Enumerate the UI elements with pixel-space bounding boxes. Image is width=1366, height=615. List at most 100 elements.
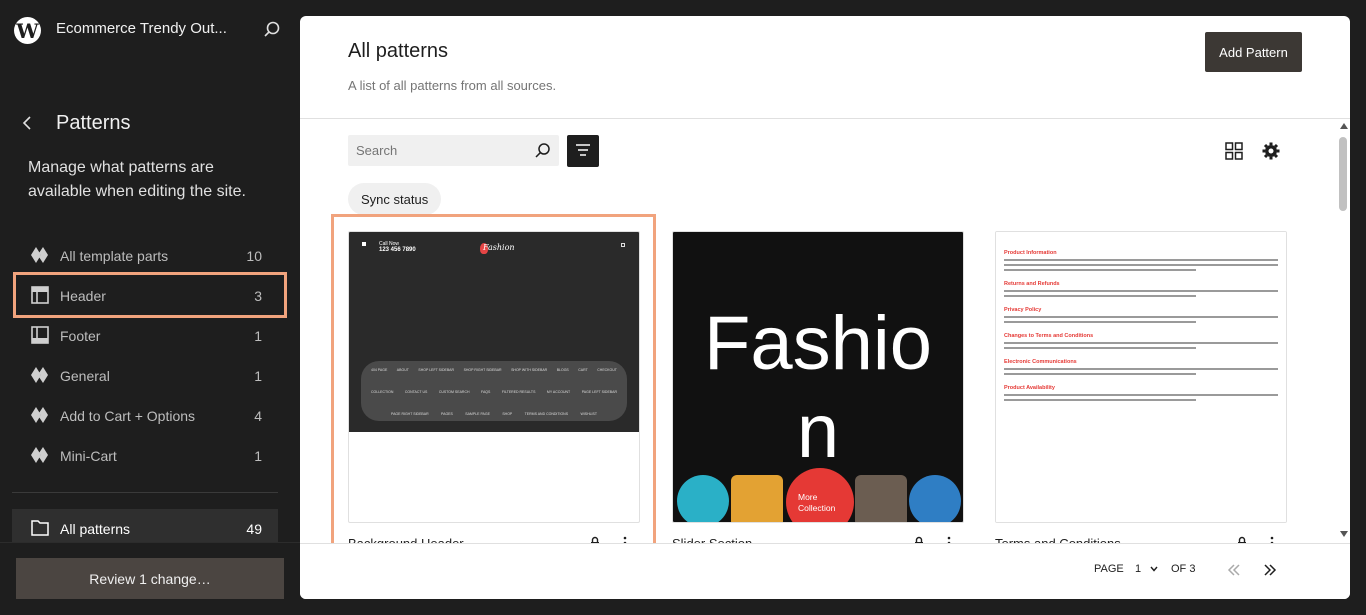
sidebar-item-label: Header <box>60 288 106 304</box>
terms-section-heading: Electronic Communications <box>1004 359 1077 365</box>
pattern-card-slider-section[interactable]: Fashio n More Collection Slider Section <box>672 231 964 551</box>
chevron-down-icon[interactable] <box>1149 564 1159 574</box>
sidebar-item-count: 3 <box>254 288 262 304</box>
menu-item: CART <box>578 368 588 372</box>
text-line <box>1004 321 1196 323</box>
menu-item: SHOP LEFT SIDEBAR <box>418 368 455 372</box>
sidebar-item-count: 4 <box>254 408 262 424</box>
menu-row: PAGE RIGHT SIDEBAR PAGES SAMPLE PAGE SHO… <box>391 412 597 416</box>
pattern-preview[interactable]: Call Now 123 456 7890 Fashion 404 PAGE A… <box>348 231 640 523</box>
pagination: PAGE 1 OF 3 <box>300 543 1350 599</box>
menu-item: CONTACT US <box>404 390 428 394</box>
header-menu: 404 PAGE ABOUT SHOP LEFT SIDEBAR SHOP RI… <box>361 361 627 421</box>
header-preview: Call Now 123 456 7890 Fashion 404 PAGE A… <box>349 232 639 432</box>
menu-row: 404 PAGE ABOUT SHOP LEFT SIDEBAR SHOP RI… <box>371 368 617 372</box>
sidebar-item-count: 10 <box>246 248 262 264</box>
filter-button[interactable] <box>567 135 599 167</box>
site-title[interactable]: Ecommerce Trendy Out... <box>56 20 227 37</box>
scroll-up-icon[interactable] <box>1339 121 1349 131</box>
menu-item: FILTERED RESULTS <box>501 390 536 394</box>
sidebar-item-label: All template parts <box>60 248 169 264</box>
panel-title: Patterns <box>56 112 131 134</box>
menu-item: CHECKOUT <box>597 368 617 372</box>
chevron-left-icon[interactable] <box>18 113 38 133</box>
pattern-card-terms-and-conditions[interactable]: Product Information Returns and Refunds … <box>995 231 1287 551</box>
page-description: A list of all patterns from all sources. <box>348 78 557 93</box>
folder-icon <box>31 520 49 536</box>
slider-heading-line: Fashio <box>703 301 933 386</box>
next-page-icon[interactable] <box>1262 562 1278 578</box>
page-label: PAGE <box>1094 563 1124 575</box>
terms-section-heading: Returns and Refunds <box>1004 281 1060 287</box>
sidebar-item-label: Footer <box>60 328 101 344</box>
scrollbar-thumb[interactable] <box>1339 137 1347 211</box>
diamond-icon <box>31 247 48 263</box>
terms-section-heading: Product Information <box>1004 250 1057 256</box>
sidebar-item-add-to-cart-options[interactable]: Add to Cart + Options 4 <box>16 395 284 435</box>
diamond-icon <box>31 447 48 463</box>
text-line <box>1004 290 1278 292</box>
search-icon[interactable] <box>262 20 282 40</box>
sidebar-item-count: 1 <box>254 328 262 344</box>
pattern-card-background-header[interactable]: Call Now 123 456 7890 Fashion 404 PAGE A… <box>348 231 640 551</box>
slider-heading: Fashio n <box>673 300 963 476</box>
sidebar-item-label: All patterns <box>60 521 131 537</box>
sidebar-item-footer[interactable]: Footer 1 <box>16 315 284 355</box>
sidebar-item-header[interactable]: Header 3 <box>13 272 287 318</box>
menu-item: 404 PAGE <box>371 368 388 372</box>
text-line <box>1004 342 1278 344</box>
add-pattern-button[interactable]: Add Pattern <box>1205 32 1302 72</box>
menu-item: PAGE RIGHT SIDEBAR <box>391 412 429 416</box>
more-collection-button: More Collection <box>786 468 854 522</box>
brand-logo: Fashion <box>483 243 515 252</box>
menu-item: MY ACCOUNT <box>546 390 571 394</box>
phone-number: 123 456 7890 <box>379 247 416 253</box>
panel-description: Manage what patterns are available when … <box>28 159 246 200</box>
terms-section-heading: Privacy Policy <box>1004 307 1042 313</box>
menu-item: SHOP <box>502 412 513 416</box>
previous-page-icon[interactable] <box>1226 562 1242 578</box>
sync-status-filter[interactable]: Sync status <box>348 183 442 215</box>
cart-icon <box>621 243 625 247</box>
search-box <box>348 135 559 166</box>
header-layout-icon <box>31 286 49 304</box>
slider-preview: Fashio n More Collection <box>673 232 963 522</box>
model-image <box>731 475 783 522</box>
page-select[interactable]: 1 <box>1135 563 1141 575</box>
menu-item: TERMS AND CONDITIONS <box>524 412 569 416</box>
text-line <box>1004 259 1278 261</box>
diamond-icon <box>31 367 48 383</box>
menu-row: COLLECTION CONTACT US CUSTOM SEARCH FAQS… <box>371 390 617 394</box>
sidebar-item-general[interactable]: General 1 <box>16 355 284 395</box>
grid-view-icon[interactable] <box>1225 142 1243 160</box>
model-image <box>677 475 729 522</box>
text-line <box>1004 368 1278 370</box>
terms-section-heading: Product Availability <box>1004 385 1055 391</box>
menu-item: PAGE LEFT SIDEBAR <box>581 390 617 394</box>
menu-icon <box>362 242 366 246</box>
pattern-preview[interactable]: Product Information Returns and Refunds … <box>995 231 1287 523</box>
menu-item: COLLECTION <box>371 390 394 394</box>
menu-item: SAMPLE PAGE <box>465 412 490 416</box>
terms-section-heading: Changes to Terms and Conditions <box>1004 333 1094 339</box>
site-hub: W Ecommerce Trendy Out... <box>0 0 300 60</box>
page-total: OF 3 <box>1171 563 1196 575</box>
scroll-down-icon[interactable] <box>1339 529 1349 539</box>
review-changes-button[interactable]: Review 1 change… <box>16 558 284 599</box>
wordpress-logo-icon[interactable]: W <box>14 17 41 44</box>
pattern-preview[interactable]: Fashio n More Collection <box>672 231 964 523</box>
sidebar-item-all-template-parts[interactable]: All template parts 10 <box>16 235 284 275</box>
page-title: All patterns <box>348 40 449 62</box>
gear-icon[interactable] <box>1261 141 1281 161</box>
sidebar-item-mini-cart[interactable]: Mini-Cart 1 <box>16 435 284 475</box>
menu-item: BLOGS <box>556 368 569 372</box>
text-line <box>1004 394 1278 396</box>
sidebar-item-label: Mini-Cart <box>60 448 117 464</box>
text-line <box>1004 347 1196 349</box>
sidebar-item-count: 1 <box>254 368 262 384</box>
sidebar-item-count: 49 <box>246 521 262 537</box>
footer-layout-icon <box>31 326 49 344</box>
search-input[interactable] <box>348 135 528 166</box>
menu-item: SHOP RIGHT SIDEBAR <box>463 368 502 372</box>
search-icon[interactable] <box>534 142 551 159</box>
